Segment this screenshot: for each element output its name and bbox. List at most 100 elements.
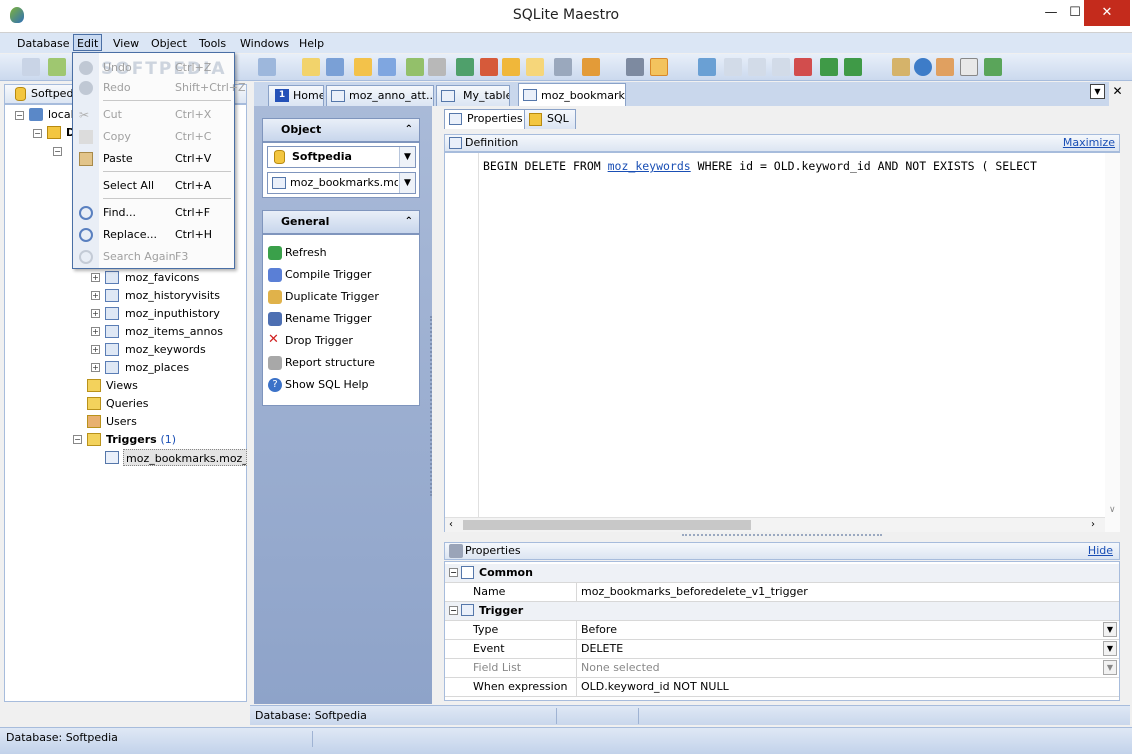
nav-rename-trigger[interactable]: Rename Trigger: [268, 310, 372, 328]
calculator-icon[interactable]: [554, 58, 572, 76]
nav-compile-trigger[interactable]: Compile Trigger: [268, 266, 371, 284]
property-field-list-value[interactable]: None selected: [579, 659, 1119, 677]
sort-icon[interactable]: [650, 58, 668, 76]
property-when-value[interactable]: OLD.keyword_id NOT NULL: [579, 678, 1119, 696]
scroll-down-icon[interactable]: ∨: [1109, 505, 1116, 515]
tab-my-table[interactable]: My_table: [436, 85, 510, 106]
chart-icon[interactable]: [326, 58, 344, 76]
menu-object[interactable]: Object: [148, 35, 190, 52]
tree-node-moz-inputhistory[interactable]: moz_inputhistory: [125, 305, 220, 322]
nav-refresh[interactable]: Refresh: [268, 244, 327, 262]
new-database-icon[interactable]: [48, 58, 66, 76]
horizontal-scrollbar[interactable]: ‹ ›: [445, 517, 1105, 532]
new-object-icon[interactable]: [302, 58, 320, 76]
package-icon[interactable]: [502, 58, 520, 76]
menu-item-copy[interactable]: Copy Ctrl+C: [103, 128, 231, 146]
mail-icon[interactable]: [960, 58, 978, 76]
nav-show-sql-help[interactable]: ? Show SQL Help: [268, 376, 369, 394]
nav-report-structure[interactable]: Report structure: [268, 354, 375, 372]
menu-item-search-again[interactable]: Search Again F3: [103, 248, 231, 266]
tree-node-users[interactable]: Users: [106, 413, 137, 430]
tree-node-trigger-selected[interactable]: moz_bookmarks.moz_bo: [123, 449, 247, 466]
splitter-handle[interactable]: [682, 534, 882, 539]
hand-icon[interactable]: [582, 58, 600, 76]
tree-node-moz-places[interactable]: moz_places: [125, 359, 189, 376]
chevron-down-icon[interactable]: ▼: [1103, 622, 1117, 637]
vertical-scrollbar[interactable]: ∨: [1105, 153, 1120, 532]
property-row-name[interactable]: Name moz_bookmarks_beforedelete_v1_trigg…: [445, 583, 1119, 602]
document-icon[interactable]: [526, 58, 544, 76]
tree-node-queries[interactable]: Queries: [106, 395, 148, 412]
nav-duplicate-trigger[interactable]: Duplicate Trigger: [268, 288, 379, 306]
menu-tools[interactable]: Tools: [196, 35, 229, 52]
menu-item-redo[interactable]: Redo Shift+Ctrl+Z: [103, 79, 246, 97]
property-row-when-expression[interactable]: When expression OLD.keyword_id NOT NULL: [445, 678, 1119, 697]
subtab-sql[interactable]: SQL: [524, 109, 576, 129]
tree-node-moz-historyvisits[interactable]: moz_historyvisits: [125, 287, 220, 304]
hide-link[interactable]: Hide: [1088, 543, 1113, 559]
menu-windows[interactable]: Windows: [237, 35, 292, 52]
menu-item-find[interactable]: Find... Ctrl+F: [103, 204, 231, 222]
menu-item-cut[interactable]: Cut Ctrl+X: [103, 106, 231, 124]
menu-help[interactable]: Help: [296, 35, 327, 52]
back-icon[interactable]: [820, 58, 838, 76]
globe-icon[interactable]: [914, 58, 932, 76]
close-window-icon[interactable]: [794, 58, 812, 76]
sql-editor-icon[interactable]: [354, 58, 372, 76]
menu-item-undo[interactable]: Undo Ctrl+Z: [103, 59, 231, 77]
property-event-value[interactable]: DELETE: [579, 640, 1119, 658]
splitter-handle[interactable]: [430, 316, 433, 496]
forward-icon[interactable]: [844, 58, 862, 76]
tile-horizontal-icon[interactable]: [748, 58, 766, 76]
property-type-value[interactable]: Before: [579, 621, 1119, 639]
sql-table-link[interactable]: moz_keywords: [608, 159, 691, 173]
scroll-left-icon[interactable]: ‹: [449, 519, 453, 530]
nav-drop-trigger[interactable]: ✕ Drop Trigger: [268, 332, 353, 350]
database-properties-icon[interactable]: [258, 58, 276, 76]
general-section-header[interactable]: General ⌃: [262, 210, 420, 234]
users-icon[interactable]: [936, 58, 954, 76]
tree-node-moz-items-annos[interactable]: moz_items_annos: [125, 323, 223, 340]
menu-view[interactable]: View: [110, 35, 142, 52]
filter-icon[interactable]: [626, 58, 644, 76]
menu-database[interactable]: Database: [14, 35, 73, 52]
maximize-link[interactable]: Maximize: [1063, 135, 1115, 151]
home-icon[interactable]: [892, 58, 910, 76]
script-icon[interactable]: [378, 58, 396, 76]
category-common[interactable]: − Common: [445, 564, 1119, 583]
tab-home[interactable]: 1 Home: [268, 85, 324, 106]
scroll-right-icon[interactable]: ›: [1091, 519, 1095, 530]
tab-list-dropdown[interactable]: ▼: [1090, 84, 1105, 99]
tree-node-moz-favicons[interactable]: moz_favicons: [125, 269, 199, 286]
close-button[interactable]: ✕: [1084, 0, 1130, 26]
report-icon[interactable]: [480, 58, 498, 76]
collapse-icon[interactable]: ⌃: [405, 211, 413, 233]
tile-vertical-icon[interactable]: [772, 58, 790, 76]
tile-icon[interactable]: [724, 58, 742, 76]
print-icon[interactable]: [428, 58, 446, 76]
sql-definition-editor[interactable]: BEGIN DELETE FROM moz_keywords WHERE id …: [444, 152, 1120, 532]
property-name-value[interactable]: moz_bookmarks_beforedelete_v1_trigger: [579, 583, 1119, 601]
menu-edit[interactable]: Edit: [73, 34, 103, 51]
object-section-header[interactable]: Object ⌃: [262, 118, 420, 142]
chevron-down-icon[interactable]: ▼: [1103, 641, 1117, 656]
property-row-field-list[interactable]: Field List None selected ▼: [445, 659, 1119, 678]
close-tab-button[interactable]: ✕: [1110, 84, 1125, 99]
category-trigger[interactable]: − Trigger: [445, 602, 1119, 621]
property-row-event[interactable]: Event DELETE ▼: [445, 640, 1119, 659]
subtab-properties[interactable]: Properties: [444, 109, 530, 129]
tab-moz-bookmarks-trigger[interactable]: moz_bookmark...: [518, 83, 626, 106]
menu-item-select-all[interactable]: Select All Ctrl+A: [103, 177, 231, 195]
tree-node-views[interactable]: Views: [106, 377, 138, 394]
tree-node-triggers[interactable]: Triggers (1): [106, 431, 176, 448]
export-icon[interactable]: [406, 58, 424, 76]
scroll-thumb[interactable]: [463, 520, 751, 530]
chevron-down-icon[interactable]: ▼: [1103, 660, 1117, 675]
menu-item-replace[interactable]: Replace... Ctrl+H: [103, 226, 231, 244]
tab-moz-anno-attributes[interactable]: moz_anno_att...: [326, 85, 434, 106]
update-icon[interactable]: [984, 58, 1002, 76]
connect-icon[interactable]: [22, 58, 40, 76]
property-row-type[interactable]: Type Before ▼: [445, 621, 1119, 640]
tree-node-moz-keywords[interactable]: moz_keywords: [125, 341, 206, 358]
database-combo[interactable]: Softpedia ▼: [267, 146, 416, 168]
